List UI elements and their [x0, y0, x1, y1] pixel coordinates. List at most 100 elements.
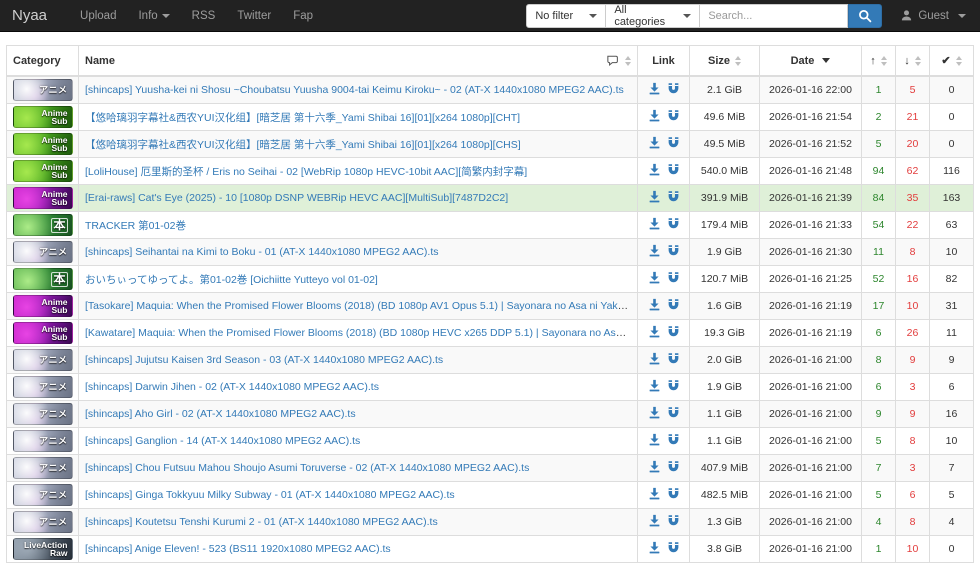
download-torrent-link[interactable]: [648, 406, 661, 422]
download-torrent-link[interactable]: [648, 136, 661, 152]
magnet-link[interactable]: [667, 109, 680, 125]
header-completed[interactable]: ✔: [929, 45, 974, 77]
torrent-name-link[interactable]: [shincaps] Yuusha-kei ni Shosu ~Choubats…: [85, 84, 624, 96]
category-link[interactable]: アニメ: [11, 349, 74, 371]
search-button[interactable]: [848, 3, 883, 28]
torrent-name-link[interactable]: 【悠哈璃羽字幕社&西农YUI汉化组】[暗芝居 第十六季_Yami Shibai …: [85, 139, 521, 151]
search-input[interactable]: [700, 3, 849, 28]
magnet-link[interactable]: [667, 379, 680, 395]
torrent-name-link[interactable]: [shincaps] Jujutsu Kaisen 3rd Season - 0…: [85, 354, 443, 366]
download-torrent-link[interactable]: [648, 271, 661, 287]
torrent-name-link[interactable]: [shincaps] Darwin Jihen - 02 (AT-X 1440x…: [85, 381, 379, 393]
header-date[interactable]: Date: [759, 45, 862, 77]
header-seeders[interactable]: ↑: [861, 45, 896, 77]
magnet-link[interactable]: [667, 325, 680, 341]
magnet-link[interactable]: [667, 541, 680, 557]
category-link[interactable]: Anime Sub: [11, 106, 74, 128]
torrent-name-link[interactable]: [shincaps] Chou Futsuu Mahou Shoujo Asum…: [85, 462, 529, 474]
torrent-name-link[interactable]: [Kawatare] Maquia: When the Promised Flo…: [85, 327, 637, 339]
magnet-link[interactable]: [667, 406, 680, 422]
download-torrent-link[interactable]: [648, 82, 661, 98]
torrent-name-link[interactable]: [shincaps] Seihantai na Kimi to Boku - 0…: [85, 246, 438, 258]
download-torrent-link[interactable]: [648, 379, 661, 395]
category-link[interactable]: 本: [11, 268, 74, 290]
sort-toggle-icon: [880, 55, 887, 66]
magnet-link[interactable]: [667, 82, 680, 98]
torrent-name-link[interactable]: おいちぃってゆってよ。第01-02巻 [Oichiitte Yutteyo vo…: [85, 274, 378, 286]
magnet-link[interactable]: [667, 136, 680, 152]
user-menu[interactable]: Guest: [900, 9, 966, 22]
category-link[interactable]: アニメ: [11, 484, 74, 506]
magnet-link[interactable]: [667, 298, 680, 314]
download-torrent-link[interactable]: [648, 487, 661, 503]
torrent-name-link[interactable]: [shincaps] Aho Girl - 02 (AT-X 1440x1080…: [85, 408, 356, 420]
category-link[interactable]: Anime Sub: [11, 160, 74, 182]
brand-logo[interactable]: Nyaa: [12, 7, 47, 24]
category-link[interactable]: Anime Sub: [11, 295, 74, 317]
magnet-link[interactable]: [667, 271, 680, 287]
download-torrent-link[interactable]: [648, 298, 661, 314]
header-link[interactable]: Link: [637, 45, 690, 77]
nav-item-twitter[interactable]: Twitter: [226, 0, 282, 32]
category-link[interactable]: アニメ: [11, 511, 74, 533]
download-torrent-link[interactable]: [648, 352, 661, 368]
category-link[interactable]: アニメ: [11, 79, 74, 101]
torrent-name-link[interactable]: [Erai-raws] Cat's Eye (2025) - 10 [1080p…: [85, 192, 508, 204]
category-link[interactable]: Anime Sub: [11, 187, 74, 209]
nav-item-upload[interactable]: Upload: [69, 0, 127, 32]
download-torrent-link[interactable]: [648, 514, 661, 530]
magnet-link[interactable]: [667, 460, 680, 476]
download-torrent-link[interactable]: [648, 217, 661, 233]
category-link[interactable]: アニメ: [11, 430, 74, 452]
download-torrent-link[interactable]: [648, 244, 661, 260]
sort-toggle-icon[interactable]: [625, 55, 631, 66]
magnet-link[interactable]: [667, 352, 680, 368]
category-link[interactable]: アニメ: [11, 457, 74, 479]
magnet-link[interactable]: [667, 514, 680, 530]
download-torrent-link[interactable]: [648, 433, 661, 449]
nav-item-rss[interactable]: RSS: [181, 0, 227, 32]
header-leechers[interactable]: ↓: [895, 45, 930, 77]
magnet-link[interactable]: [667, 433, 680, 449]
torrent-name-link[interactable]: [Tasokare] Maquia: When the Promised Flo…: [85, 300, 637, 312]
torrent-name-link[interactable]: [shincaps] Ganglion - 14 (AT-X 1440x1080…: [85, 435, 360, 447]
download-torrent-link[interactable]: [648, 541, 661, 557]
category-link[interactable]: Anime Sub: [11, 322, 74, 344]
torrent-name-link[interactable]: [shincaps] Ginga Tokkyuu Milky Subway - …: [85, 489, 455, 501]
category-link[interactable]: アニメ: [11, 376, 74, 398]
download-torrent-link[interactable]: [648, 109, 661, 125]
magnet-link[interactable]: [667, 190, 680, 206]
category-icon-label: Sub: [51, 143, 68, 153]
category-link[interactable]: アニメ: [11, 403, 74, 425]
download-torrent-link[interactable]: [648, 325, 661, 341]
magnet-link[interactable]: [667, 244, 680, 260]
category-link[interactable]: Anime Sub: [11, 133, 74, 155]
magnet-link[interactable]: [667, 487, 680, 503]
torrent-name-link[interactable]: [LoliHouse] 厄里斯的圣杯 / Eris no Seihai - 02…: [85, 166, 527, 178]
category-select[interactable]: All categories: [606, 3, 701, 28]
download-torrent-link[interactable]: [648, 163, 661, 179]
filter-select[interactable]: No filter: [526, 3, 607, 28]
nav-item-info[interactable]: Info: [127, 0, 180, 32]
category-link[interactable]: アニメ: [11, 241, 74, 263]
date-cell: 2026-01-16 21:19: [759, 319, 862, 347]
header-size[interactable]: Size: [689, 45, 760, 77]
torrent-name-link[interactable]: [shincaps] Anige Eleven! - 523 (BS11 192…: [85, 543, 391, 555]
torrent-name-link[interactable]: 【悠哈璃羽字幕社&西农YUI汉化组】[暗芝居 第十六季_Yami Shibai …: [85, 112, 520, 124]
magnet-link[interactable]: [667, 217, 680, 233]
category-link[interactable]: LiveAction Raw: [11, 538, 74, 560]
download-torrent-link[interactable]: [648, 190, 661, 206]
torrent-name-link[interactable]: [shincaps] Koutetsu Tenshi Kurumi 2 - 01…: [85, 516, 438, 528]
header-category[interactable]: Category: [6, 45, 79, 77]
torrent-name-link[interactable]: TRACKER 第01-02巻: [85, 220, 186, 232]
size-cell: 19.3 GiB: [689, 319, 760, 347]
magnet-icon: [668, 272, 678, 283]
leechers-cell: 35: [895, 184, 930, 212]
nav-item-fap[interactable]: Fap: [282, 0, 324, 32]
download-torrent-link[interactable]: [648, 460, 661, 476]
magnet-icon: [668, 83, 678, 94]
header-name[interactable]: Name: [78, 45, 638, 77]
magnet-link[interactable]: [667, 163, 680, 179]
magnet-icon: [668, 353, 678, 364]
category-link[interactable]: 本: [11, 214, 74, 236]
